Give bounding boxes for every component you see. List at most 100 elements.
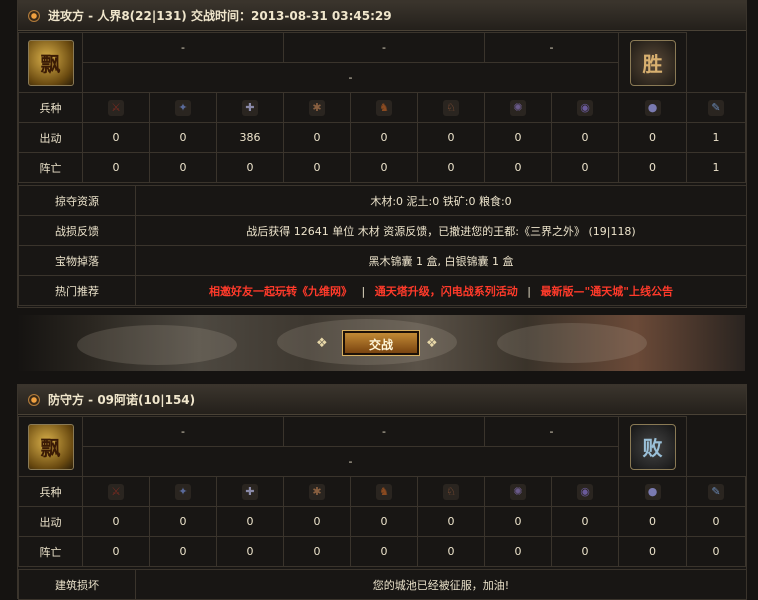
attack-slot: - xyxy=(484,32,620,63)
sword-icon: ✚ xyxy=(242,99,258,116)
defender-seal-icon: 飘 xyxy=(27,423,74,470)
lost-count: 0 xyxy=(686,536,746,567)
lost-count: 0 xyxy=(215,536,285,567)
defense-slot: - xyxy=(283,416,486,447)
horse-icon: ♞ xyxy=(376,483,393,500)
bullet-icon xyxy=(28,9,40,22)
sent-count: 386 xyxy=(215,122,285,153)
plunder-label: 掠夺资源 xyxy=(18,185,136,216)
attack-result-cell: 胜 xyxy=(618,32,688,93)
lost-count: 0 xyxy=(149,536,217,567)
defense-lost-row: 阵亡 0 0 0 0 0 0 0 0 0 0 xyxy=(18,536,746,567)
feedback-value: 战后获得 12641 单位 木材 资源反馈，已撤进您的王都:《三界之外》 (19… xyxy=(135,215,747,246)
sent-count: 0 xyxy=(350,122,419,153)
hot-separator: | xyxy=(527,284,531,298)
hot-link-invite[interactable]: 相邀好友一起玩转《九维网》 xyxy=(209,285,352,298)
sent-count: 0 xyxy=(417,122,486,153)
lost-count: 0 xyxy=(350,152,419,183)
bullet-icon xyxy=(28,393,40,406)
attack-lost-row: 阵亡 0 0 0 0 0 0 0 0 0 1 xyxy=(18,152,746,183)
axe-icon: ✱ xyxy=(309,483,326,500)
cavalry-icon: ♘ xyxy=(443,99,460,116)
lost-count: 0 xyxy=(618,536,688,567)
hot-separator: | xyxy=(361,284,366,298)
defense-slot: - xyxy=(484,416,620,447)
spearman-icon: ⚔ xyxy=(108,483,124,500)
hot-link-announcement[interactable]: 最新版—"通天城"上线公告 xyxy=(540,285,672,298)
lost-count: 0 xyxy=(417,152,486,183)
shield-icon: ✦ xyxy=(175,99,191,116)
defense-panel: 防守方 - 09阿诺(10|154) 飘 - - - 败 - 兵种 ⚔ ✦ ✚ … xyxy=(17,384,747,600)
plunder-value: 木材:0 泥土:0 铁矿:0 粮食:0 xyxy=(135,185,747,216)
sent-count: 0 xyxy=(149,122,217,153)
settler-icon: ✎ xyxy=(708,483,725,500)
attack-sent-row: 出动 0 0 386 0 0 0 0 0 0 1 xyxy=(18,122,746,153)
sent-count: 0 xyxy=(215,506,285,537)
row-label-sent: 出动 xyxy=(18,122,83,153)
horse-icon: ♞ xyxy=(376,99,393,116)
lost-count: 0 xyxy=(283,152,352,183)
attack-seal-cell: 飘 xyxy=(18,32,83,93)
sent-count: 0 xyxy=(350,506,419,537)
axe-icon: ✱ xyxy=(309,99,326,116)
ram-icon: ◉ xyxy=(577,483,594,500)
attack-slot: - xyxy=(283,32,486,63)
attack-unit-icons-row: 兵种 ⚔ ✦ ✚ ✱ ♞ ♘ ✺ ◉ ● ✎ xyxy=(18,92,746,123)
sent-count: 0 xyxy=(484,506,553,537)
lost-count: 0 xyxy=(484,152,553,183)
sent-count: 0 xyxy=(283,506,352,537)
defense-header: 防守方 - 09阿诺(10|154) xyxy=(18,385,746,415)
drop-label: 宝物掉落 xyxy=(18,245,136,276)
lost-count: 0 xyxy=(484,536,553,567)
cavalry-icon: ♘ xyxy=(443,483,460,500)
catapult-icon: ✺ xyxy=(510,99,527,116)
row-label-units: 兵种 xyxy=(18,92,83,123)
attack-title: 进攻方 - 人界8(22|131) 交战时间：2013-08-31 03:45:… xyxy=(48,9,392,23)
drop-value: 黑木锦囊 1 盒, 白银锦囊 1 盒 xyxy=(135,245,747,276)
sent-count: 0 xyxy=(551,506,620,537)
ram-icon: ◉ xyxy=(577,99,594,116)
lost-count: 1 xyxy=(686,152,746,183)
lost-count: 0 xyxy=(618,152,688,183)
lost-count: 0 xyxy=(82,536,150,567)
lost-count: 0 xyxy=(350,536,419,567)
lost-count: 0 xyxy=(149,152,217,183)
catapult-icon: ✺ xyxy=(510,483,527,500)
sent-count: 0 xyxy=(82,122,150,153)
lost-count: 0 xyxy=(215,152,285,183)
sent-count: 0 xyxy=(551,122,620,153)
attack-slot-bottom: - xyxy=(81,62,620,93)
defense-unit-icons-row: 兵种 ⚔ ✦ ✚ ✱ ♞ ♘ ✺ ◉ ● ✎ xyxy=(18,476,746,507)
lost-count: 0 xyxy=(551,152,620,183)
sent-count: 0 xyxy=(618,506,688,537)
defense-sent-row: 出动 0 0 0 0 0 0 0 0 0 0 xyxy=(18,506,746,537)
lost-count: 0 xyxy=(283,536,352,567)
row-label-lost: 阵亡 xyxy=(18,152,83,183)
victory-seal-icon: 胜 xyxy=(629,39,676,86)
defense-title: 防守方 - 09阿诺(10|154) xyxy=(48,393,196,407)
building-damage-value: 您的城池已经被征服，加油! xyxy=(135,569,747,600)
defeat-seal-icon: 败 xyxy=(629,423,676,470)
sent-count: 0 xyxy=(484,122,553,153)
building-damage-label: 建筑损坏 xyxy=(18,569,136,600)
row-label-lost: 阵亡 xyxy=(18,536,83,567)
hot-links: 相邀好友一起玩转《九维网》 | 通天塔升级，闪电战系列活动 | 最新版—"通天城… xyxy=(135,275,747,306)
lost-count: 0 xyxy=(417,536,486,567)
defense-result-cell: 败 xyxy=(618,416,688,477)
attack-info-table: 掠夺资源 木材:0 泥土:0 铁矿:0 粮食:0 战损反馈 战后获得 12641… xyxy=(18,185,747,306)
attacker-seal-icon: 飘 xyxy=(27,39,74,86)
battle-button[interactable]: 交战 xyxy=(342,330,420,356)
defense-slot-bottom: - xyxy=(81,446,620,477)
hot-link-tower[interactable]: 通天塔升级，闪电战系列活动 xyxy=(375,285,518,298)
sword-icon: ✚ xyxy=(242,483,258,500)
sent-count: 1 xyxy=(686,122,746,153)
attack-header: 进攻方 - 人界8(22|131) 交战时间：2013-08-31 03:45:… xyxy=(18,1,746,31)
feedback-label: 战损反馈 xyxy=(18,215,136,246)
defense-info-table: 建筑损坏 您的城池已经被征服，加油! xyxy=(18,569,747,600)
hot-label: 热门推荐 xyxy=(18,275,136,306)
lost-count: 0 xyxy=(551,536,620,567)
attack-panel: 进攻方 - 人界8(22|131) 交战时间：2013-08-31 03:45:… xyxy=(17,0,747,308)
defense-seal-cell: 飘 xyxy=(18,416,83,477)
sent-count: 0 xyxy=(618,122,688,153)
settler-icon: ✎ xyxy=(708,99,725,116)
